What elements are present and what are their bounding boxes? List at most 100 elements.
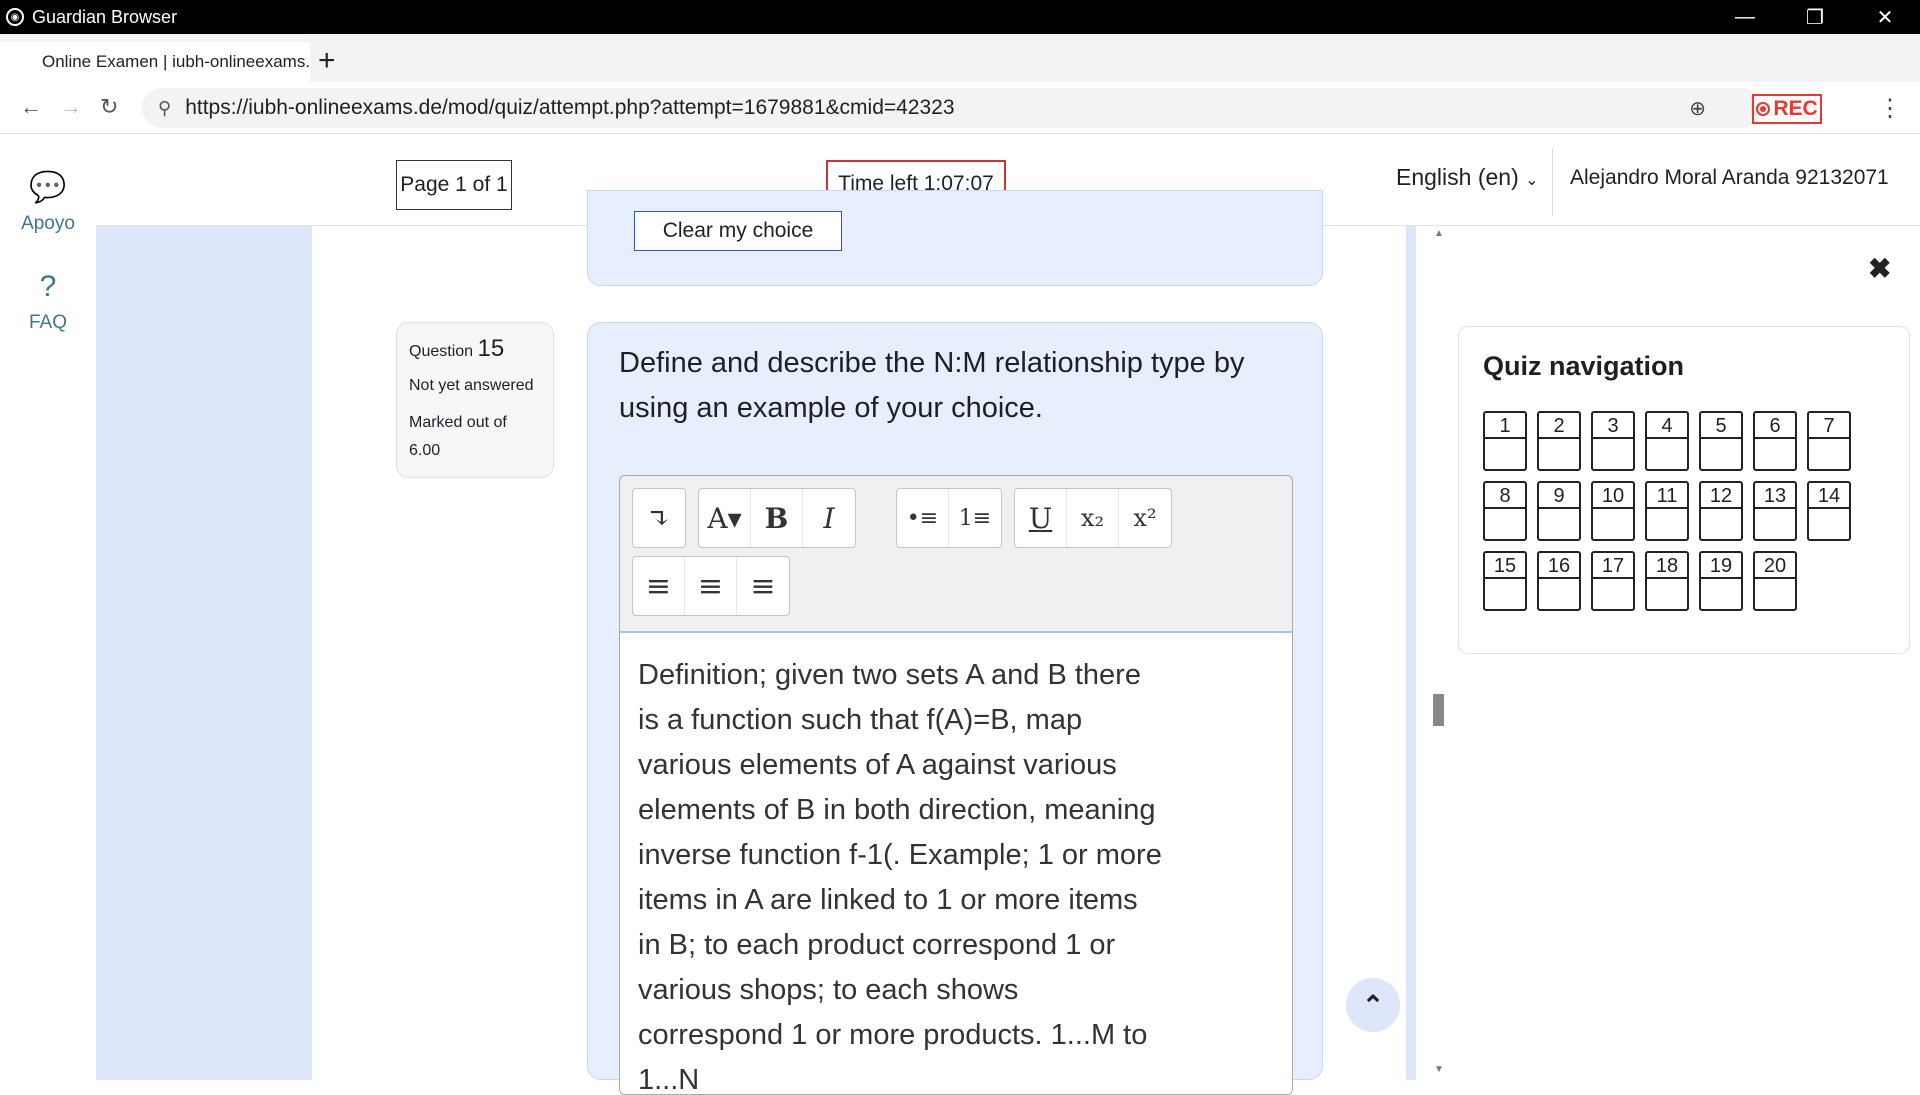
close-window-button[interactable]: ✕ <box>1850 0 1920 34</box>
paragraph-style-button[interactable]: A▾ <box>699 489 751 547</box>
answer-line: various shops; to each shows <box>638 974 1019 1006</box>
quiz-nav-question-number: 16 <box>1539 553 1579 579</box>
align-center-button[interactable]: ≡ <box>685 557 737 615</box>
minimize-button[interactable]: — <box>1710 0 1780 34</box>
answer-line: items in A are linked to 1 or more items <box>638 884 1138 916</box>
back-icon[interactable]: ← <box>20 94 42 120</box>
quiz-nav-question-button[interactable]: 1 <box>1483 411 1527 471</box>
quiz-nav-question-button[interactable]: 15 <box>1483 551 1527 611</box>
quiz-nav-question-number: 12 <box>1701 483 1741 509</box>
question-number: Question 15 <box>409 335 505 362</box>
question-card: Define and describe the N:M relationship… <box>587 322 1323 1095</box>
question-info: Question 15 Not yet answered Marked out … <box>396 322 554 478</box>
scroll-down-arrow-icon[interactable]: ▼ <box>1434 1064 1444 1075</box>
quiz-nav-question-number: 14 <box>1809 483 1849 509</box>
quiz-nav-question-button[interactable]: 16 <box>1537 551 1581 611</box>
clear-choice-button[interactable]: Clear my choice <box>634 211 842 251</box>
question-text: Define and describe the N:M relationship… <box>619 347 1245 424</box>
quiz-nav-question-number: 20 <box>1755 553 1795 579</box>
quiz-navigation-block: Quiz navigation 1 2 3 4 5 6 7 8 9 10 11 12 13 14 15 16 1… <box>1458 326 1910 654</box>
quiz-nav-question-number: 8 <box>1485 483 1525 509</box>
address-bar[interactable]: ⚲ https://iubh-onlineexams.de/mod/quiz/a… <box>142 88 1762 128</box>
answer-textarea[interactable]: Definition; given two sets A and B there… <box>620 631 1292 1094</box>
answer-line: correspond 1 or more products. 1...M to <box>638 1019 1148 1051</box>
zoom-icon[interactable]: ⊕ <box>1689 96 1706 121</box>
browser-menu-icon[interactable]: ⋮ <box>1878 94 1902 123</box>
guardian-shield-icon: ◉ <box>6 8 24 26</box>
apoyo-link[interactable]: 💬 Apoyo <box>0 170 96 235</box>
chevron-up-icon: ⌃ <box>1362 989 1384 1020</box>
quiz-nav-question-button[interactable]: 5 <box>1699 411 1743 471</box>
scroll-up-arrow-icon[interactable]: ▲ <box>1434 228 1444 239</box>
bold-button[interactable]: B <box>751 489 803 547</box>
quiz-nav-question-button[interactable]: 6 <box>1753 411 1797 471</box>
reload-icon[interactable]: ↻ <box>100 94 118 120</box>
underline-button[interactable]: U <box>1015 489 1067 547</box>
apoyo-label: Apoyo <box>21 213 75 234</box>
quiz-nav-question-button[interactable]: 3 <box>1591 411 1635 471</box>
answer-line: various elements of A against various <box>638 749 1117 781</box>
tab-online-examen[interactable]: Online Examen | iubh-onlineexams.de <box>0 42 310 82</box>
answer-line: Definition; given two sets A and B there <box>638 659 1141 691</box>
rec-indicator: REC <box>1752 94 1822 124</box>
quiz-nav-question-button[interactable]: 7 <box>1807 411 1851 471</box>
quiz-nav-question-button[interactable]: 17 <box>1591 551 1635 611</box>
app-title: Guardian Browser <box>32 6 178 27</box>
superscript-button[interactable]: x² <box>1119 489 1171 547</box>
quiz-nav-question-button[interactable]: 12 <box>1699 481 1743 541</box>
quiz-nav-question-button[interactable]: 14 <box>1807 481 1851 541</box>
url-text[interactable]: https://iubh-onlineexams.de/mod/quiz/att… <box>185 96 954 120</box>
language-selector[interactable]: English (en) ⌄ <box>1396 164 1539 191</box>
numbered-list-button[interactable]: 1≡ <box>949 489 1001 547</box>
back-to-top-button[interactable]: ⌃ <box>1346 978 1400 1032</box>
restore-button[interactable]: ❐ <box>1780 0 1850 34</box>
user-name[interactable]: Alejandro Moral Aranda 92132071 <box>1570 166 1889 190</box>
quiz-nav-question-button[interactable]: 11 <box>1645 481 1689 541</box>
page-scrollbar[interactable] <box>1428 226 1444 1080</box>
previous-question-card: Clear my choice <box>587 190 1323 286</box>
quiz-nav-question-number: 1 <box>1485 413 1525 439</box>
header-divider <box>1552 148 1553 216</box>
answer-line: is a function such that f(A)=B, map <box>638 704 1083 736</box>
quiz-nav-question-number: 19 <box>1701 553 1741 579</box>
close-drawer-icon[interactable]: ✖ <box>1868 252 1891 285</box>
align-right-button[interactable]: ≡ <box>737 557 789 615</box>
quiz-nav-question-button[interactable]: 2 <box>1537 411 1581 471</box>
italic-button[interactable]: I <box>803 489 855 547</box>
quiz-nav-question-number: 18 <box>1647 553 1687 579</box>
expand-toolbar-button[interactable]: ↴ <box>633 489 685 547</box>
chat-icon: 💬 <box>29 171 67 204</box>
subscript-button[interactable]: x₂ <box>1067 489 1119 547</box>
quiz-nav-question-number: 6 <box>1755 413 1795 439</box>
quiz-nav-question-button[interactable]: 4 <box>1645 411 1689 471</box>
answer-line: in B; to each product correspond 1 or <box>638 929 1116 961</box>
quiz-nav-question-button[interactable]: 18 <box>1645 551 1689 611</box>
align-left-button[interactable]: ≡ <box>633 557 685 615</box>
left-rail: 💬 Apoyo ? FAQ <box>0 134 96 1080</box>
quiz-nav-question-button[interactable]: 8 <box>1483 481 1527 541</box>
answer-line: elements of B in both direction, meaning <box>638 794 1156 826</box>
quiz-nav-question-button[interactable]: 20 <box>1753 551 1797 611</box>
quiz-nav-question-number: 11 <box>1647 483 1687 509</box>
tab-strip: Online Examen | iubh-onlineexams.de + <box>0 34 1920 82</box>
quiz-nav-question-number: 17 <box>1593 553 1633 579</box>
quiz-nav-question-number: 2 <box>1539 413 1579 439</box>
language-label: English (en) <box>1396 164 1519 190</box>
quiz-nav-question-button[interactable]: 9 <box>1537 481 1581 541</box>
quiz-nav-question-button[interactable]: 13 <box>1753 481 1797 541</box>
quiz-nav-question-number: 9 <box>1539 483 1579 509</box>
quiz-nav-question-number: 5 <box>1701 413 1741 439</box>
answer-line: inverse function f-1(. Example; 1 or mor… <box>638 839 1162 871</box>
quiz-nav-question-number: 10 <box>1593 483 1633 509</box>
search-icon: ⚲ <box>158 97 172 118</box>
quiz-nav-question-button[interactable]: 19 <box>1699 551 1743 611</box>
quiz-nav-question-button[interactable]: 10 <box>1591 481 1635 541</box>
faq-link[interactable]: ? FAQ <box>0 270 96 334</box>
toolbar-group-script: U x₂ x² <box>1014 488 1172 548</box>
toolbar-group-expand: ↴ <box>632 488 686 548</box>
forward-icon[interactable]: → <box>60 94 82 120</box>
question-marks: Marked out of 6.00 <box>409 414 507 459</box>
new-tab-button[interactable]: + <box>318 44 336 78</box>
toolbar-group-lists: •≡ 1≡ <box>896 488 1002 548</box>
bullet-list-button[interactable]: •≡ <box>897 489 949 547</box>
